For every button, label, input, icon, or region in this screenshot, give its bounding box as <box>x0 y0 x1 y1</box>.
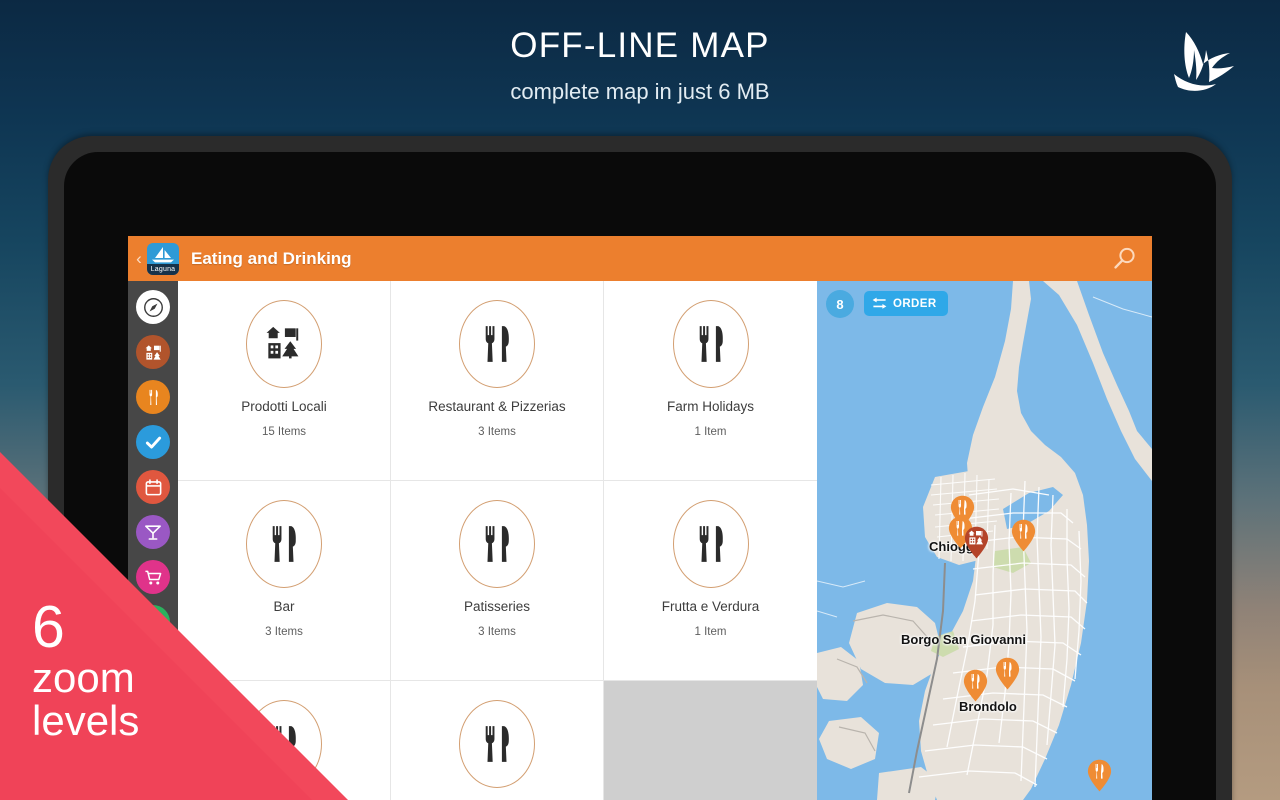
rail-item-nature[interactable] <box>136 605 170 639</box>
compass-icon <box>143 297 163 317</box>
fork-knife-icon <box>672 300 749 388</box>
category-cell[interactable]: Farm Holidays 1 Item <box>604 281 817 481</box>
category-rail <box>128 281 178 800</box>
app-body: Prodotti Locali 15 Items Restaurant & Pi… <box>128 281 1152 800</box>
category-count: 1 Item <box>694 426 727 438</box>
rail-item-events[interactable] <box>136 470 170 504</box>
tree-icon <box>147 614 159 630</box>
page-title: Eating and Drinking <box>191 248 352 268</box>
category-cell-empty <box>604 681 817 800</box>
rail-item-shopping[interactable] <box>136 560 170 594</box>
sailboat-icon[interactable]: Laguna <box>147 242 179 275</box>
category-title: Bar <box>273 599 295 614</box>
heron-bird-logo-icon <box>1174 32 1234 91</box>
fork-knife-icon <box>246 500 322 588</box>
map-panel[interactable]: 8 ORDER Chiogg Borgo San Giovanni Brondo… <box>817 281 1152 800</box>
fork-knife-icon <box>246 700 322 788</box>
checkmark-icon <box>145 436 161 448</box>
rail-item-villages[interactable] <box>136 335 170 369</box>
category-count: 3 Items <box>478 426 516 438</box>
rail-item-nightlife[interactable] <box>136 515 170 549</box>
map-pin-restaurant[interactable] <box>995 657 1020 690</box>
bed-icon <box>144 663 162 674</box>
search-icon[interactable] <box>1110 245 1138 273</box>
rail-item-sleeping[interactable] <box>136 650 170 684</box>
rail-item-compass[interactable] <box>136 290 170 324</box>
fork-knife-icon <box>459 300 535 388</box>
promo-subtitle: complete map in just 6 MB <box>510 79 770 104</box>
category-cell[interactable]: Patisseries 3 Items <box>391 481 604 681</box>
category-cell[interactable]: Panifici <box>391 681 604 800</box>
category-grid: Prodotti Locali 15 Items Restaurant & Pi… <box>178 281 817 800</box>
map-pin-restaurant[interactable] <box>963 669 988 702</box>
category-title: Frutta e Verdura <box>661 599 760 614</box>
chevron-left-icon[interactable]: ‹ <box>131 250 147 267</box>
app-screen: ‹ Laguna Eating and Drinking Prodotti Lo… <box>128 236 1152 800</box>
sort-arrows-icon <box>872 297 887 309</box>
order-button-label: ORDER <box>893 297 937 310</box>
category-title: Prodotti Locali <box>241 399 327 414</box>
app-header-bar: ‹ Laguna Eating and Drinking <box>128 236 1152 281</box>
cocktail-icon <box>145 525 161 540</box>
fork-knife-icon <box>672 500 749 588</box>
map-label-borgo-san-giovanni: Borgo San Giovanni <box>901 632 1026 647</box>
category-title: Restaurant & Pizzerias <box>428 399 566 414</box>
category-cell[interactable]: Bar 3 Items <box>178 481 391 681</box>
fork-knife-icon <box>459 500 535 588</box>
category-cell[interactable]: Restaurant & Pizzerias 3 Items <box>391 281 604 481</box>
shopping-cart-icon <box>144 570 161 585</box>
category-title: Farm Holidays <box>666 399 755 414</box>
calendar-icon <box>145 478 161 495</box>
village-shop-icon <box>246 300 322 388</box>
village-icon <box>145 344 161 360</box>
map-pin-restaurant[interactable] <box>1087 759 1112 792</box>
map-pin-restaurant[interactable] <box>1011 519 1036 552</box>
rail-item-todo[interactable] <box>136 425 170 459</box>
category-title: Patisseries <box>463 599 531 614</box>
map-pin-village[interactable] <box>964 526 989 559</box>
app-icon-label: Laguna <box>147 263 179 275</box>
promo-title: OFF-LINE MAP <box>510 26 770 65</box>
rail-item-eating[interactable] <box>136 380 170 414</box>
category-count: 3 Items <box>478 626 516 638</box>
category-cell[interactable]: Prodotti Locali 15 Items <box>178 281 391 481</box>
category-cell[interactable]: Wine Bar <box>178 681 391 800</box>
category-count: 1 Item <box>694 626 727 638</box>
fork-knife-icon <box>149 389 158 405</box>
category-cell[interactable]: Frutta e Verdura 1 Item <box>604 481 817 681</box>
category-count: 3 Items <box>265 626 303 638</box>
map-result-count-badge[interactable]: 8 <box>826 290 854 318</box>
fork-knife-icon <box>459 700 535 788</box>
category-count: 15 Items <box>261 426 307 438</box>
order-button[interactable]: ORDER <box>864 291 948 316</box>
